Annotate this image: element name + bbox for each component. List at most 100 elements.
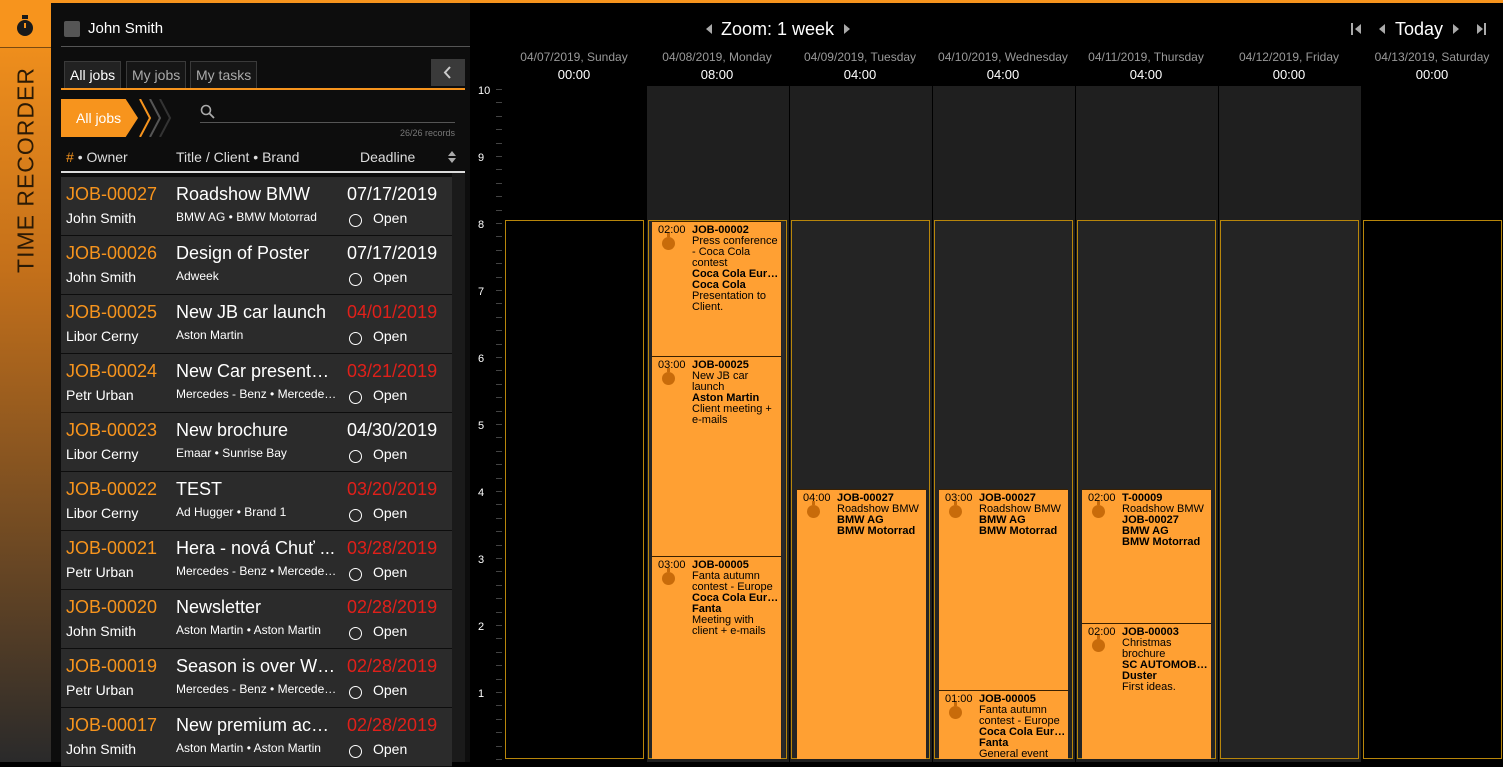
hour-label: 9 <box>478 152 485 164</box>
hour-label: 5 <box>478 420 485 432</box>
hour-tick <box>496 571 502 572</box>
job-deadline: 02/28/2019 <box>347 597 438 617</box>
sort-icon[interactable] <box>447 150 457 164</box>
stopwatch-icon <box>662 233 675 250</box>
tabs-underline <box>61 88 465 90</box>
hour-label: 7 <box>478 286 485 298</box>
job-title: Roadshow BMW <box>176 184 311 204</box>
calendar-event[interactable]: 03:00 JOB-00025 New JB car launch Aston Mar… <box>652 356 781 557</box>
hour-tick <box>496 692 502 693</box>
hour-tick <box>496 558 502 559</box>
previous-week-icon[interactable] <box>1379 24 1385 34</box>
breadcrumb[interactable]: All jobs <box>61 99 138 137</box>
hour-tick <box>496 317 502 318</box>
today-button[interactable]: Today <box>1395 19 1443 40</box>
day-header: 04/07/2019, Sunday 00:00 <box>503 50 645 82</box>
calendar-event[interactable]: 02:00 T-00009 Roadshow BMW JOB-00027 BMW AG B… <box>1082 489 1211 624</box>
job-id: JOB-00017 <box>66 715 158 735</box>
job-status: Open <box>373 623 408 639</box>
hour-label: 1 <box>478 688 485 700</box>
table-row[interactable]: JOB-00026 John Smith Design of Poster Adwee… <box>61 236 452 295</box>
tab-my-tasks[interactable]: My tasks <box>190 61 258 89</box>
calendar-event[interactable]: 01:00 JOB-00005 Fanta autumn contest - Eur… <box>939 690 1068 759</box>
collapse-panel-button[interactable] <box>431 59 465 86</box>
header-deadline[interactable]: Deadline <box>360 149 415 165</box>
hour-tick <box>496 424 502 425</box>
working-hours-box[interactable] <box>1220 220 1359 759</box>
day-total: 00:00 <box>557 67 591 82</box>
hour-tick <box>496 504 502 505</box>
table-row[interactable]: JOB-00020 John Smith Newsletter Aston Marti… <box>61 590 452 649</box>
calendar-event[interactable]: 02:00 JOB-00002 Press conference - Coca Co… <box>652 221 781 356</box>
day-name: 04/08/2019, Monday <box>662 50 772 64</box>
job-id: JOB-00020 <box>66 597 158 617</box>
job-id: JOB-00024 <box>66 361 158 381</box>
search-underline <box>200 122 455 123</box>
hour-tick <box>496 102 502 103</box>
stopwatch-icon <box>1092 501 1105 518</box>
day-header: 04/08/2019, Monday 08:00 <box>646 50 788 82</box>
next-week-icon[interactable] <box>1453 24 1459 34</box>
calendar-event[interactable]: 03:00 JOB-00005 Fanta autumn contest - Eur… <box>652 556 781 759</box>
hour-tick <box>496 384 502 385</box>
zoom-out-arrow-icon[interactable] <box>844 24 850 34</box>
job-id: JOB-00019 <box>66 656 158 676</box>
stopwatch-icon <box>1092 635 1105 652</box>
hour-tick <box>496 263 502 264</box>
header-owner[interactable]: # • Owner <box>66 149 128 165</box>
hour-label: 10 <box>478 85 491 97</box>
first-page-icon[interactable] <box>1355 24 1361 34</box>
tab-my-jobs[interactable]: My jobs <box>126 61 187 89</box>
last-page-icon[interactable] <box>1477 24 1483 34</box>
hour-tick <box>496 638 502 639</box>
table-row[interactable]: JOB-00017 John Smith New premium accessori… <box>61 708 452 767</box>
hour-tick <box>496 612 502 613</box>
stopwatch-icon <box>949 501 962 518</box>
scrollbar[interactable] <box>452 173 465 762</box>
hour-tick <box>496 705 502 706</box>
table-row[interactable]: JOB-00021 Petr Urban Hera - nová Chuť ... M… <box>61 531 452 590</box>
zoom-level: Zoom: 1 week <box>721 19 835 39</box>
user-selector[interactable]: John Smith <box>61 12 539 47</box>
job-title: New JB car launch <box>176 302 327 322</box>
table-row[interactable]: JOB-00025 Libor Cerny New JB car launch Ast… <box>61 295 452 354</box>
event-time: 02:00 <box>1088 492 1116 504</box>
stopwatch-logo-button[interactable] <box>0 3 51 48</box>
hour-tick <box>496 759 502 760</box>
hour-tick <box>496 129 502 130</box>
hour-tick <box>496 585 502 586</box>
zoom-in-arrow-icon[interactable] <box>706 24 712 34</box>
status-circle-icon <box>349 273 362 286</box>
day-name: 04/07/2019, Sunday <box>520 50 628 64</box>
table-row[interactable]: JOB-00022 Libor Cerny TEST Ad Hugger • Bran… <box>61 472 452 531</box>
job-client-brand: Aston Martin <box>176 328 244 342</box>
search-input[interactable] <box>220 101 454 123</box>
table-row[interactable]: JOB-00023 Libor Cerny New brochure Emaar • … <box>61 413 452 472</box>
hour-tick <box>496 491 502 492</box>
hour-tick <box>496 397 502 398</box>
job-status: Open <box>373 564 408 580</box>
calendar-event[interactable]: 04:00 JOB-00027 Roadshow BMW BMW AG BMW Moto… <box>797 489 926 759</box>
search-icon <box>200 104 215 119</box>
calendar-event[interactable]: 02:00 JOB-00003 Christmas brochure SC AUTOM… <box>1082 623 1211 759</box>
job-status: Open <box>373 446 408 462</box>
job-owner: Libor Cerny <box>66 505 139 521</box>
job-id: JOB-00022 <box>66 479 158 499</box>
header-title[interactable]: Title / Client • Brand <box>176 149 299 165</box>
job-client-brand: Emaar • Sunrise Bay <box>176 446 287 460</box>
table-row[interactable]: JOB-00019 Petr Urban Season is over WI... M… <box>61 649 452 708</box>
table-row[interactable]: JOB-00024 Petr Urban New Car presentation M… <box>61 354 452 413</box>
hour-tick <box>496 451 502 452</box>
job-title: Newsletter <box>176 597 262 617</box>
event-time: 04:00 <box>803 492 831 504</box>
day-total: 00:00 <box>1415 67 1449 82</box>
working-hours-box[interactable] <box>1363 220 1502 759</box>
table-row[interactable]: JOB-00027 John Smith Roadshow BMW BMW AG • … <box>61 177 452 236</box>
job-owner: John Smith <box>66 741 137 757</box>
hour-tick <box>496 183 502 184</box>
event-details: Roadshow BMW BMW AG BMW Motorrad <box>979 503 1061 537</box>
event-details: Fanta autumn contest - Europe Coca Cola E… <box>692 570 780 637</box>
working-hours-box[interactable] <box>505 220 644 759</box>
tab-all-jobs[interactable]: All jobs <box>64 61 122 89</box>
calendar-event[interactable]: 03:00 JOB-00027 Roadshow BMW BMW AG BMW Moto… <box>939 489 1068 690</box>
